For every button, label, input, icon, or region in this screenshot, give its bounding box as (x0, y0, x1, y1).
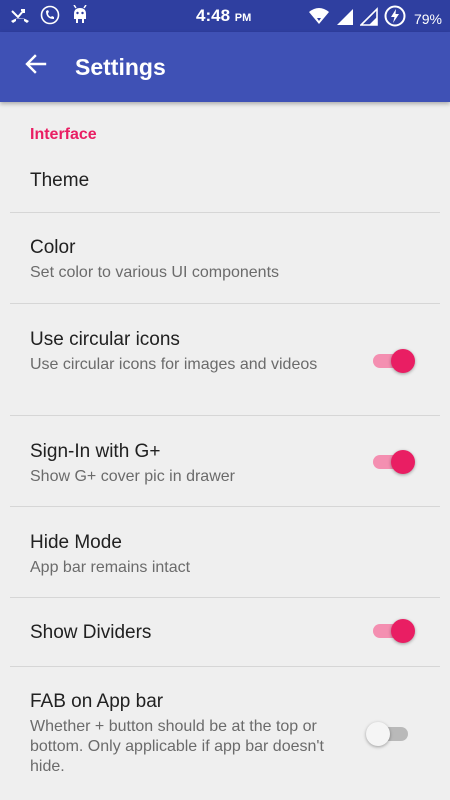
fab-app-bar-toggle[interactable] (366, 722, 412, 746)
battery-charging-icon (384, 5, 406, 32)
arrow-left-icon (25, 53, 47, 80)
setting-show-dividers[interactable]: Show Dividers (0, 598, 450, 666)
setting-subtitle: Use circular icons for images and videos (30, 356, 318, 373)
setting-subtitle: Whether + button should be at the top or… (30, 718, 324, 775)
toggle-thumb (391, 349, 415, 373)
status-time: 4:48 PM (196, 6, 252, 25)
signal-icon-2 (359, 6, 378, 31)
setting-use-circular-icons[interactable]: Use circular icons Use circular icons fo… (0, 304, 450, 415)
gplus-toggle[interactable] (373, 450, 417, 474)
toggle-thumb (366, 722, 390, 746)
toggle-thumb (391, 450, 415, 474)
setting-subtitle: App bar remains intact (30, 559, 191, 576)
setting-title: Color (30, 237, 76, 258)
back-button[interactable] (18, 48, 54, 84)
page-title: Settings (75, 54, 166, 80)
setting-title: FAB on App bar (30, 691, 164, 712)
status-bar-right-icons: 79% (308, 5, 442, 32)
setting-hide-mode[interactable]: Hide Mode App bar remains intact (0, 507, 450, 597)
setting-subtitle: Show G+ cover pic in drawer (30, 468, 235, 485)
setting-subtitle: Set color to various UI components (30, 264, 280, 281)
circular-icons-toggle[interactable] (373, 349, 417, 373)
wifi-icon (308, 6, 330, 31)
setting-title: Hide Mode (30, 532, 122, 553)
toggle-thumb (391, 619, 415, 643)
setting-title: Show Dividers (30, 622, 152, 643)
call-icon (40, 5, 60, 25)
show-dividers-toggle[interactable] (373, 619, 417, 643)
setting-fab-on-app-bar[interactable]: FAB on App bar Whether + button should b… (0, 667, 450, 800)
setting-title: Theme (30, 170, 90, 191)
signal-icon (336, 6, 354, 31)
battery-percent: 79% (413, 10, 442, 27)
setting-theme[interactable]: Theme (0, 152, 450, 212)
setting-title: Use circular icons (30, 329, 180, 350)
android-debug-icon (70, 5, 90, 25)
section-header-interface: Interface (30, 126, 97, 143)
status-bar: 4:48 PM 79% (0, 0, 450, 32)
missed-call-icon (10, 5, 30, 25)
setting-sign-in-gplus[interactable]: Sign-In with G+ Show G+ cover pic in dra… (0, 416, 450, 506)
app-bar: Settings (0, 32, 450, 102)
setting-title: Sign-In with G+ (30, 441, 161, 462)
setting-color[interactable]: Color Set color to various UI components (0, 213, 450, 303)
status-bar-left-icons (10, 5, 90, 25)
